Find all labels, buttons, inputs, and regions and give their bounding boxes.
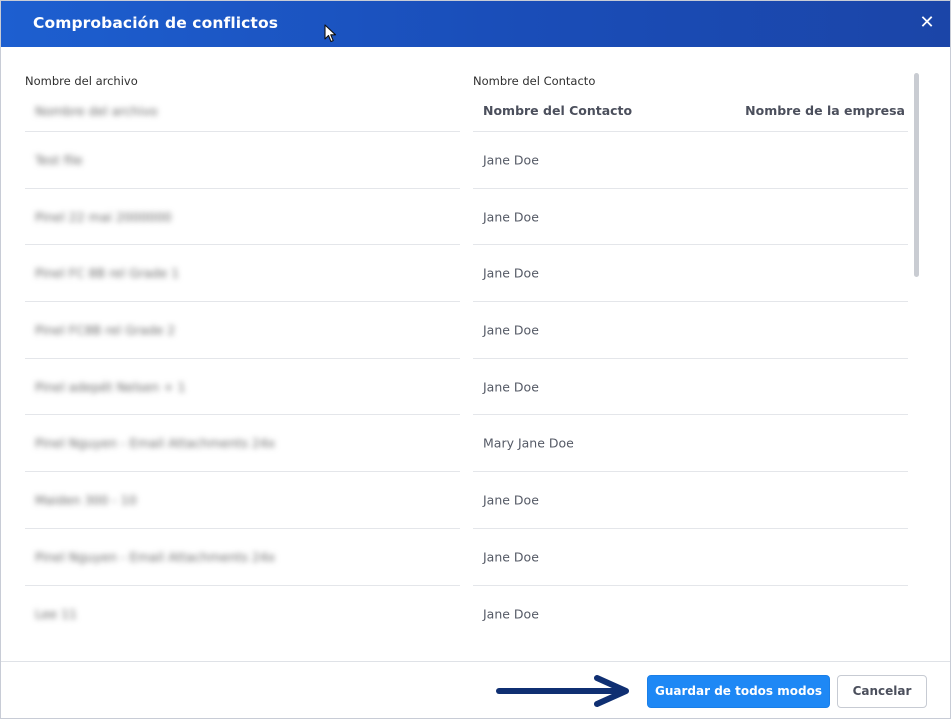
file-row: Pinel Nguyen - Email Attachments 24x xyxy=(25,415,460,473)
contacts-table-header: Nombre del Contacto Nombre de la empresa xyxy=(473,91,908,132)
file-name: Maiden 300 - 10 xyxy=(35,492,137,508)
footer-divider xyxy=(1,661,950,662)
file-name: Test file xyxy=(35,152,83,168)
contact-name: Jane Doe xyxy=(483,379,539,395)
save-anyway-button[interactable]: Guardar de todos modos xyxy=(647,675,830,708)
dialog-title-bar: Comprobación de conflictos ✕ xyxy=(1,1,950,47)
file-name: Lee 11 xyxy=(35,606,78,622)
contact-row[interactable]: Jane Doe xyxy=(473,302,908,359)
contact-name: Jane Doe xyxy=(483,322,539,338)
conflict-check-dialog: Comprobación de conflictos ✕ Nombre del … xyxy=(0,0,951,719)
file-row: Pinel 22 mai 2000000 xyxy=(25,188,460,246)
file-name: Pinel Nguyen - Email Attachments 24x xyxy=(35,435,276,451)
close-icon[interactable]: ✕ xyxy=(918,14,936,32)
file-row: Test file xyxy=(25,132,460,189)
file-row: Maiden 300 - 10 xyxy=(25,472,460,529)
contact-name: Mary Jane Doe xyxy=(483,435,574,451)
contact-name: Jane Doe xyxy=(483,606,539,622)
contact-row[interactable]: Jane Doe xyxy=(473,586,908,643)
file-row: Lee 11 xyxy=(25,585,460,643)
file-name: Pinel FC8B rel Grade 2 xyxy=(35,322,176,338)
contact-name: Jane Doe xyxy=(483,152,539,168)
file-row: Nombre del archivo xyxy=(25,91,460,132)
file-name: Pinel FC 8B rel Grade 1 xyxy=(35,265,180,281)
contact-name: Jane Doe xyxy=(483,209,539,225)
file-row: Pinel adepét Nelsen + 1 xyxy=(25,358,460,416)
file-name: Pinel adepét Nelsen + 1 xyxy=(35,379,186,395)
contact-row[interactable]: Jane Doe xyxy=(473,472,908,529)
contact-row[interactable]: Jane Doe xyxy=(473,529,908,586)
contact-row[interactable]: Jane Doe xyxy=(473,359,908,416)
file-row: Pinel FC8B rel Grade 2 xyxy=(25,302,460,359)
contact-row[interactable]: Jane Doe xyxy=(473,132,908,189)
dialog-title: Comprobación de conflictos xyxy=(33,14,279,32)
mouse-cursor-icon xyxy=(324,24,337,43)
contact-row[interactable]: Jane Doe xyxy=(473,245,908,303)
file-name: Pinel 22 mai 2000000 xyxy=(35,209,172,225)
file-name: Nombre del archivo xyxy=(35,103,158,119)
arrow-right-icon xyxy=(496,675,629,707)
file-name-column-label: Nombre del archivo xyxy=(25,74,138,88)
header-contact-name[interactable]: Nombre del Contacto xyxy=(483,103,632,118)
contact-name-column-label: Nombre del Contacto xyxy=(473,74,596,88)
cancel-button[interactable]: Cancelar xyxy=(837,675,927,708)
header-company-name[interactable]: Nombre de la empresa xyxy=(745,103,905,118)
file-row: Pinel FC 8B rel Grade 1 xyxy=(25,245,460,303)
file-list: Nombre del archivo Test file Pinel 22 ma… xyxy=(25,91,460,643)
scrollbar-thumb[interactable] xyxy=(914,73,919,277)
contact-name: Jane Doe xyxy=(483,265,539,281)
contact-name: Jane Doe xyxy=(483,492,539,508)
contact-row[interactable]: Mary Jane Doe xyxy=(473,415,908,473)
file-row: Pinel Nguyen - Email Attachments 24x xyxy=(25,528,460,586)
contact-row[interactable]: Jane Doe xyxy=(473,189,908,246)
file-name: Pinel Nguyen - Email Attachments 24x xyxy=(35,549,276,565)
contacts-table: Nombre del Contacto Nombre de la empresa… xyxy=(473,91,908,642)
contact-name: Jane Doe xyxy=(483,549,539,565)
